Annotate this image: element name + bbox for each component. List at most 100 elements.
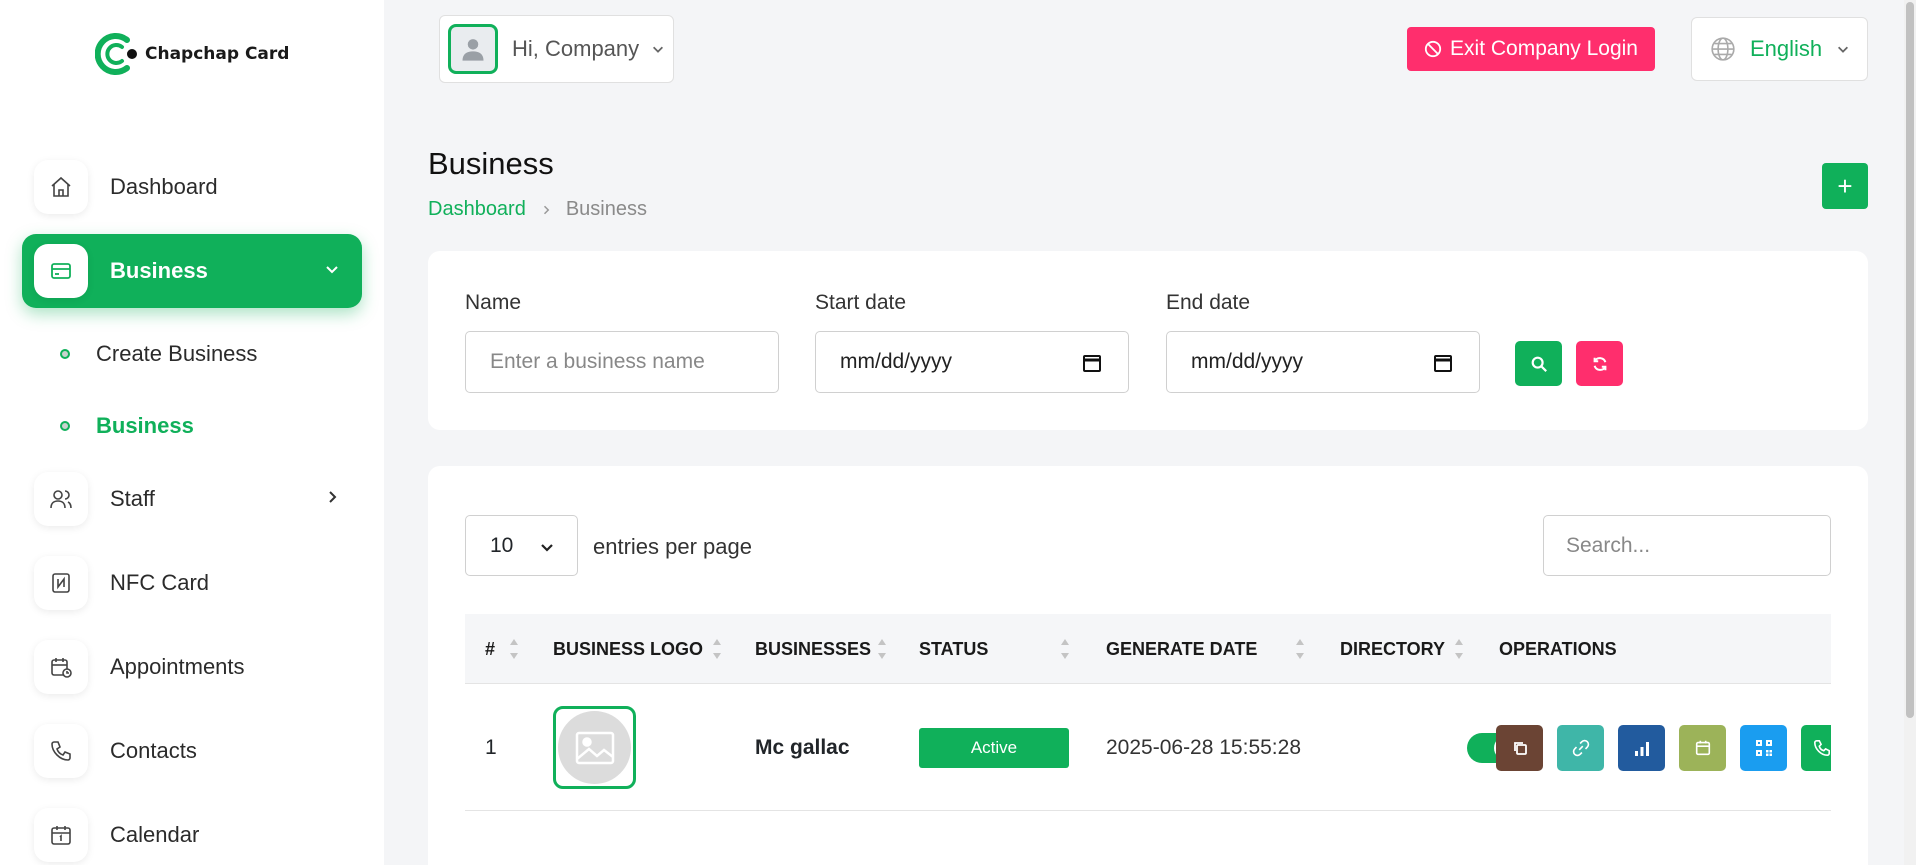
business-name[interactable]: Mc gallac (755, 684, 850, 811)
language-selector[interactable]: English (1691, 17, 1868, 81)
exit-company-login-label: Exit Company Login (1450, 37, 1638, 60)
filter-card: Name Enter a business name Start date mm… (428, 251, 1868, 430)
add-business-button[interactable]: + (1822, 163, 1868, 209)
plus-icon: + (1837, 170, 1853, 201)
exit-company-login-button[interactable]: Exit Company Login (1407, 27, 1655, 71)
calendar-icon (34, 808, 88, 862)
brand-logo[interactable]: Chapchap Card (95, 30, 289, 78)
table-row: 1 Mc gallac Active 2025-06-28 15:55:28 (465, 684, 1831, 811)
nfc-icon (34, 556, 88, 610)
sidebar-subitem-business[interactable]: Business (22, 390, 362, 462)
qrcode-icon (1755, 740, 1772, 756)
statistics-button[interactable] (1618, 725, 1665, 771)
sidebar-subitem-create-business[interactable]: Create Business (22, 318, 362, 390)
business-name-input[interactable]: Enter a business name (465, 331, 779, 393)
home-icon (34, 160, 88, 214)
column-header-generate-date[interactable]: GENERATE DATE (1106, 614, 1257, 684)
breadcrumb-current: Business (565, 198, 647, 220)
end-date-label: End date (1166, 291, 1251, 314)
sidebar-subitem-label: Create Business (96, 341, 258, 366)
sidebar-item-dashboard[interactable]: Dashboard (22, 150, 362, 224)
column-header-businesses[interactable]: BUSINESSES (755, 614, 871, 684)
chevron-down-icon (326, 266, 338, 274)
globe-icon (1711, 37, 1735, 61)
image-placeholder-icon (558, 711, 631, 784)
generate-date: 2025-06-28 15:55:28 (1106, 735, 1301, 759)
logo-icon (95, 33, 137, 75)
column-header-directory[interactable]: DIRECTORY (1340, 614, 1445, 684)
sidebar-item-label: Calendar (110, 822, 200, 847)
user-menu-button[interactable]: Hi, Company (439, 15, 674, 83)
calendar-button[interactable] (1679, 725, 1726, 771)
copy-icon (1513, 742, 1527, 755)
entries-per-page-select[interactable]: 10 (465, 515, 578, 576)
sidebar-item-label: Appointments (110, 654, 245, 679)
sidebar-item-contacts[interactable]: Contacts (22, 714, 362, 788)
search-icon (1531, 356, 1547, 372)
brand-name: Chapchap Card (145, 44, 290, 64)
phone-icon (34, 724, 88, 778)
column-header-operations: OPERATIONS (1499, 638, 1617, 659)
link-button[interactable] (1557, 725, 1604, 771)
calendar-icon[interactable] (1433, 353, 1453, 373)
sidebar-item-staff[interactable]: Staff (22, 462, 362, 536)
calendar-icon (1695, 740, 1710, 756)
avatar (448, 24, 498, 74)
end-date-value: mm/dd/yyyy (1191, 350, 1304, 373)
chevron-down-icon (541, 544, 553, 552)
link-icon (1572, 739, 1589, 757)
start-date-label: Start date (815, 291, 907, 314)
calendar-icon[interactable] (1082, 353, 1102, 373)
sidebar-item-business[interactable]: Business (22, 234, 362, 308)
bullet-icon (60, 421, 70, 431)
sort-icon[interactable] (509, 638, 519, 660)
sidebar-nav: Dashboard Business Create Business Busin… (22, 150, 362, 865)
breadcrumb: Dashboard Business (428, 198, 647, 221)
start-date-value: mm/dd/yyyy (840, 350, 953, 373)
sort-icon[interactable] (1454, 638, 1464, 660)
entries-per-page-value: 10 (490, 533, 514, 557)
column-header-index[interactable]: # (485, 614, 495, 684)
qr-code-button[interactable] (1740, 725, 1787, 771)
sidebar: Chapchap Card Dashboard Business Create … (0, 0, 384, 865)
bullet-icon (60, 349, 70, 359)
calendar-clock-icon (34, 640, 88, 694)
column-header-status[interactable]: STATUS (919, 614, 988, 684)
start-date-input[interactable]: mm/dd/yyyy (815, 331, 1129, 393)
sidebar-item-label: Business (110, 258, 208, 283)
sidebar-item-appointments[interactable]: Appointments (22, 630, 362, 704)
chevron-right-icon (543, 205, 550, 214)
sidebar-subitem-label: Business (96, 413, 194, 438)
sort-icon[interactable] (1295, 638, 1305, 660)
call-button[interactable] (1801, 725, 1831, 771)
business-logo-thumbnail[interactable] (553, 706, 636, 789)
table-header: # BUSINESS LOGO BUSINESSES STATUS GENERA… (465, 614, 1831, 684)
reset-button[interactable] (1576, 341, 1623, 386)
chevron-down-icon (1838, 46, 1849, 53)
sort-icon[interactable] (1060, 638, 1070, 660)
sort-icon[interactable] (712, 638, 722, 660)
sidebar-item-nfc-card[interactable]: NFC Card (22, 546, 362, 620)
table-search-input[interactable]: Search... (1543, 515, 1831, 576)
language-label: English (1750, 36, 1823, 61)
search-button[interactable] (1515, 341, 1562, 386)
sort-icon[interactable] (877, 638, 887, 660)
page-title: Business (428, 146, 554, 181)
breadcrumb-dashboard-link[interactable]: Dashboard (428, 198, 526, 221)
page-scrollbar-thumb[interactable] (1906, 2, 1914, 718)
row-index: 1 (485, 735, 497, 759)
column-header-business-logo[interactable]: BUSINESS LOGO (553, 614, 703, 684)
sidebar-item-calendar[interactable]: Calendar (22, 798, 362, 865)
card-icon (34, 244, 88, 298)
stats-icon (1634, 742, 1649, 756)
user-greeting: Hi, Company (512, 36, 640, 61)
status-badge: Active (919, 728, 1069, 768)
end-date-input[interactable]: mm/dd/yyyy (1166, 331, 1480, 393)
chevron-down-icon (653, 46, 664, 53)
entries-per-page-label: entries per page (593, 534, 752, 559)
users-icon (34, 472, 88, 526)
business-table-card: 10 entries per page Search... # BUSINESS… (428, 466, 1868, 865)
copy-button[interactable] (1496, 725, 1543, 771)
refresh-icon (1593, 356, 1606, 371)
ban-icon (1424, 40, 1442, 58)
